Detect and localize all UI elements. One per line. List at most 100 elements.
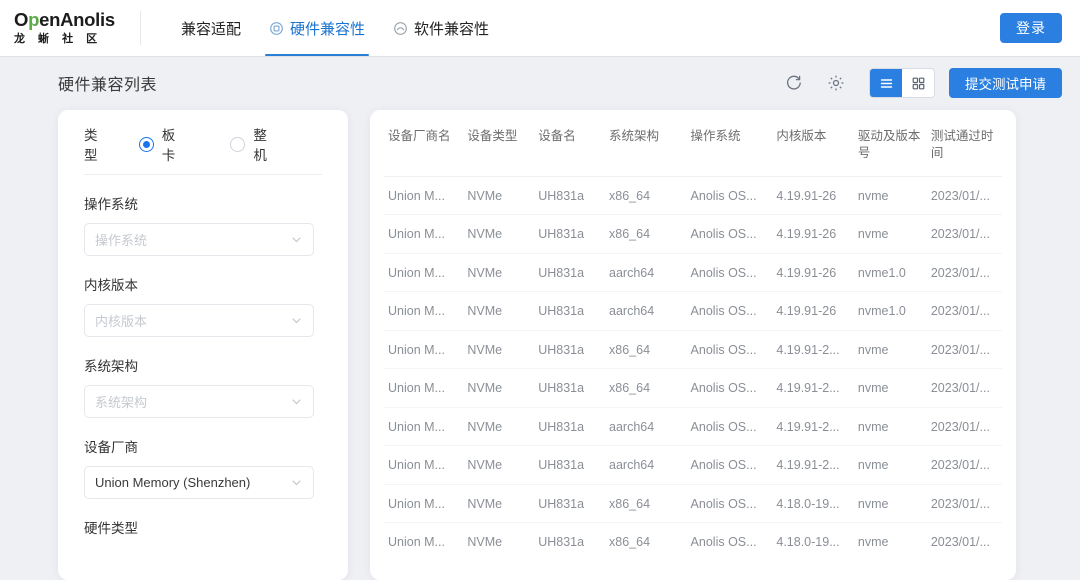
- table-cell: NVMe: [463, 369, 534, 408]
- table-cell: 4.19.91-26: [772, 176, 854, 215]
- table-header-row: 设备厂商名 设备类型 设备名 系统架构 操作系统 内核版本 驱动及版本号 测试通…: [384, 110, 1002, 176]
- table-cell: 2023/01/...: [927, 369, 1002, 408]
- logo-subtitle: 龙 蜥 社 区: [14, 34, 102, 45]
- radio-label: 板卡: [162, 124, 189, 164]
- chip-icon: [269, 21, 284, 36]
- table-row[interactable]: Union M...NVMeUH831aaarch64Anolis OS...4…: [384, 446, 1002, 485]
- table-cell: nvme: [854, 523, 927, 562]
- chevron-down-icon: [290, 314, 303, 327]
- column-header-driver-version[interactable]: 驱动及版本号: [854, 110, 927, 176]
- table-cell: 4.19.91-26: [772, 292, 854, 331]
- package-icon: [393, 21, 408, 36]
- table-cell: 4.18.0-19...: [772, 523, 854, 562]
- table-header: 设备厂商名 设备类型 设备名 系统架构 操作系统 内核版本 驱动及版本号 测试通…: [384, 110, 1002, 176]
- table-cell: Anolis OS...: [687, 484, 773, 523]
- table-cell: 2023/01/...: [927, 292, 1002, 331]
- table-row[interactable]: Union M...NVMeUH831ax86_64Anolis OS...4.…: [384, 523, 1002, 562]
- table-cell: 2023/01/...: [927, 523, 1002, 562]
- table-cell: Union M...: [384, 446, 463, 485]
- table-cell: x86_64: [605, 523, 687, 562]
- table-cell: Anolis OS...: [687, 215, 773, 254]
- os-select[interactable]: 操作系统: [84, 223, 314, 256]
- page-header-row: 硬件兼容列表: [0, 56, 1080, 110]
- table-cell: 2023/01/...: [927, 484, 1002, 523]
- vendor-select[interactable]: Union Memory (Shenzhen): [84, 466, 314, 499]
- grid-view-icon[interactable]: [902, 69, 934, 97]
- table-cell: 4.19.91-26: [772, 215, 854, 254]
- radio-option-board-card[interactable]: 板卡: [139, 124, 189, 164]
- table-cell: nvme: [854, 176, 927, 215]
- table-cell: nvme: [854, 369, 927, 408]
- radio-label: 整机: [253, 124, 280, 164]
- column-header-architecture[interactable]: 系统架构: [605, 110, 687, 176]
- radio-option-whole-machine[interactable]: 整机: [230, 124, 280, 164]
- column-header-device-type[interactable]: 设备类型: [463, 110, 534, 176]
- table-cell: NVMe: [463, 407, 534, 446]
- select-placeholder: 内核版本: [95, 311, 290, 330]
- column-header-test-pass-time[interactable]: 测试通过时间: [927, 110, 1002, 176]
- table-row[interactable]: Union M...NVMeUH831ax86_64Anolis OS...4.…: [384, 176, 1002, 215]
- gear-icon[interactable]: [821, 68, 851, 98]
- table-cell: Anolis OS...: [687, 330, 773, 369]
- table-cell: x86_64: [605, 330, 687, 369]
- login-button[interactable]: 登录: [1000, 13, 1062, 43]
- site-logo[interactable]: OpenAnolis 龙 蜥 社 区: [14, 11, 124, 45]
- field-label: 内核版本: [84, 274, 322, 294]
- column-header-vendor[interactable]: 设备厂商名: [384, 110, 463, 176]
- table-cell: 2023/01/...: [927, 407, 1002, 446]
- table-cell: Anolis OS...: [687, 292, 773, 331]
- table-cell: 4.19.91-2...: [772, 369, 854, 408]
- table-cell: Anolis OS...: [687, 369, 773, 408]
- table-row[interactable]: Union M...NVMeUH831ax86_64Anolis OS...4.…: [384, 369, 1002, 408]
- table-cell: nvme: [854, 330, 927, 369]
- select-placeholder: 系统架构: [95, 392, 290, 411]
- table-cell: 2023/01/...: [927, 446, 1002, 485]
- table-cell: UH831a: [534, 523, 605, 562]
- table-row[interactable]: Union M...NVMeUH831aaarch64Anolis OS...4…: [384, 407, 1002, 446]
- architecture-select[interactable]: 系统架构: [84, 385, 314, 418]
- table-row[interactable]: Union M...NVMeUH831aaarch64Anolis OS...4…: [384, 292, 1002, 331]
- nav-item-software-compatibility[interactable]: 软件兼容性: [379, 0, 503, 56]
- table-cell: NVMe: [463, 215, 534, 254]
- hardware-compatibility-table-card: 设备厂商名 设备类型 设备名 系统架构 操作系统 内核版本 驱动及版本号 测试通…: [370, 110, 1016, 580]
- nav-item-hardware-compatibility[interactable]: 硬件兼容性: [255, 0, 379, 56]
- refresh-icon[interactable]: [779, 68, 809, 98]
- chevron-down-icon: [290, 395, 303, 408]
- kernel-version-select[interactable]: 内核版本: [84, 304, 314, 337]
- main-nav: 兼容适配 硬件兼容性 软件兼容性: [167, 0, 503, 56]
- column-header-kernel-version[interactable]: 内核版本: [772, 110, 854, 176]
- table-cell: UH831a: [534, 292, 605, 331]
- table-cell: Union M...: [384, 484, 463, 523]
- table-cell: aarch64: [605, 292, 687, 331]
- table-row[interactable]: Union M...NVMeUH831ax86_64Anolis OS...4.…: [384, 330, 1002, 369]
- table-row[interactable]: Union M...NVMeUH831ax86_64Anolis OS...4.…: [384, 484, 1002, 523]
- type-filter-row: 类型 板卡 整机: [84, 130, 322, 158]
- table-row[interactable]: Union M...NVMeUH831ax86_64Anolis OS...4.…: [384, 215, 1002, 254]
- radio-indicator: [230, 137, 245, 152]
- table-cell: NVMe: [463, 253, 534, 292]
- table-cell: UH831a: [534, 176, 605, 215]
- table-cell: x86_64: [605, 215, 687, 254]
- table-cell: NVMe: [463, 292, 534, 331]
- table-cell: Anolis OS...: [687, 176, 773, 215]
- field-label: 系统架构: [84, 355, 322, 375]
- table-cell: NVMe: [463, 484, 534, 523]
- table-cell: 4.19.91-2...: [772, 330, 854, 369]
- hardware-compatibility-table: 设备厂商名 设备类型 设备名 系统架构 操作系统 内核版本 驱动及版本号 测试通…: [384, 110, 1002, 561]
- table-cell: Union M...: [384, 407, 463, 446]
- submit-test-request-button[interactable]: 提交测试申请: [949, 68, 1062, 98]
- nav-item-compatibility-adaptation[interactable]: 兼容适配: [167, 0, 255, 56]
- table-cell: x86_64: [605, 484, 687, 523]
- column-header-os[interactable]: 操作系统: [687, 110, 773, 176]
- table-cell: aarch64: [605, 253, 687, 292]
- list-view-icon[interactable]: [870, 69, 902, 97]
- table-cell: UH831a: [534, 253, 605, 292]
- column-header-device-name[interactable]: 设备名: [534, 110, 605, 176]
- field-label: 操作系统: [84, 193, 322, 213]
- filter-field-kernel-version: 内核版本 内核版本: [84, 274, 322, 337]
- filter-divider: [84, 174, 322, 175]
- table-cell: 4.18.0-19...: [772, 484, 854, 523]
- table-cell: nvme: [854, 484, 927, 523]
- table-cell: Union M...: [384, 330, 463, 369]
- table-row[interactable]: Union M...NVMeUH831aaarch64Anolis OS...4…: [384, 253, 1002, 292]
